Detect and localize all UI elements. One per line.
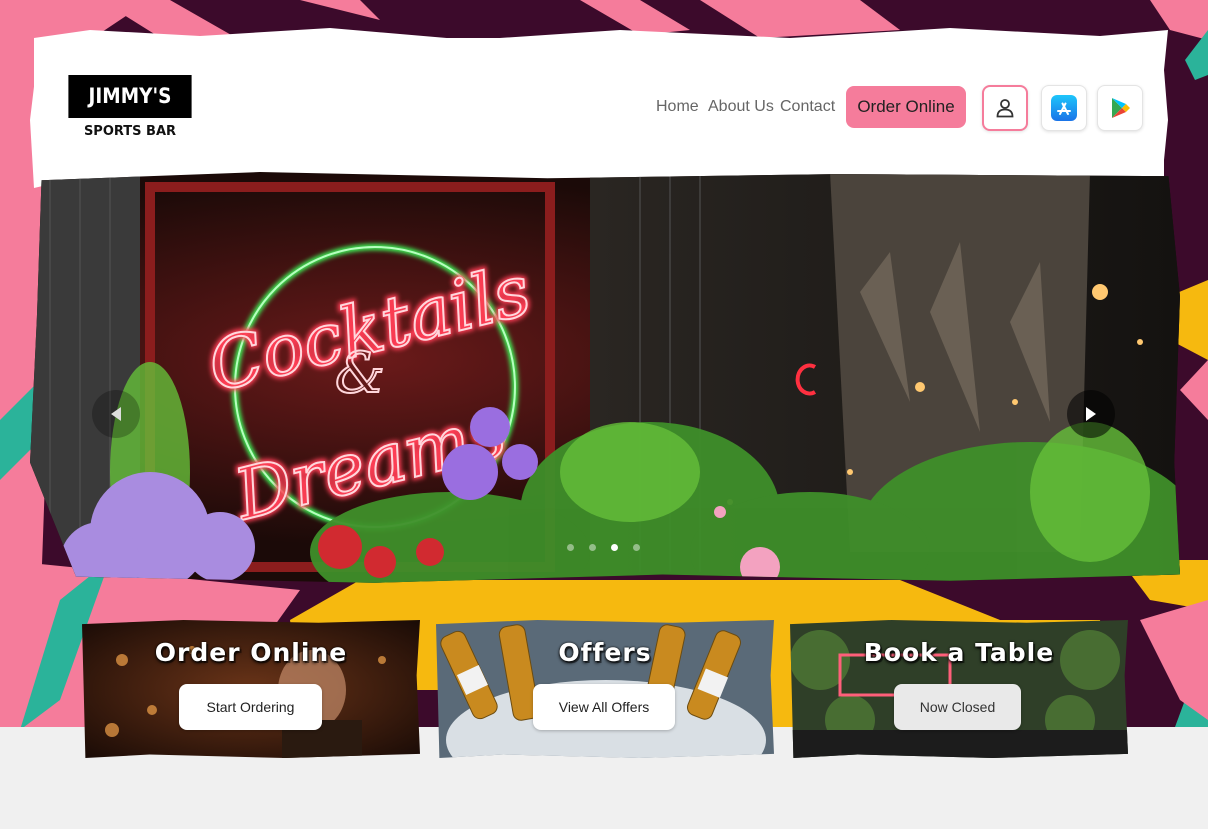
offers-card: Offers View All Offers [436, 620, 774, 758]
account-button[interactable] [982, 85, 1028, 131]
start-ordering-button[interactable]: Start Ordering [179, 684, 322, 730]
nav-about-us[interactable]: About Us [708, 94, 774, 120]
logo[interactable]: JIMMY'S SPORTS BAR [60, 75, 200, 145]
carousel-dot-1[interactable] [567, 544, 574, 551]
google-play-button[interactable] [1097, 85, 1143, 131]
logo-name: JIMMY'S [68, 75, 192, 118]
card-title-offers: Offers [558, 638, 652, 667]
app-store-button[interactable] [1041, 85, 1087, 131]
nav-contact[interactable]: Contact [780, 94, 835, 120]
hero-carousel: Cocktails Cocktails & Dreams Dreams [30, 172, 1180, 583]
card-title-book-a-table: Book a Table [863, 638, 1055, 667]
arrow-left-icon [111, 407, 121, 421]
user-icon [996, 99, 1014, 118]
carousel-dot-2[interactable] [589, 544, 596, 551]
arrow-right-icon [1086, 407, 1096, 421]
nav-home[interactable]: Home [656, 94, 699, 120]
neon-sign-line-2: & [335, 341, 385, 406]
card-title-order-online: Order Online [154, 638, 348, 667]
carousel-prev-button[interactable] [92, 390, 140, 438]
order-online-button[interactable]: Order Online [846, 86, 966, 128]
now-closed-button[interactable]: Now Closed [894, 684, 1021, 730]
order-online-card: Order Online Start Ordering [82, 620, 420, 758]
view-all-offers-button[interactable]: View All Offers [533, 684, 675, 730]
carousel-dot-3[interactable] [611, 544, 618, 551]
book-a-table-card: Book a Table Now Closed [790, 620, 1128, 758]
app-store-icon [1051, 95, 1077, 121]
google-play-icon [1112, 98, 1130, 118]
carousel-next-button[interactable] [1067, 390, 1115, 438]
logo-subtitle: SPORTS BAR [83, 124, 177, 139]
hero-slide-image: Cocktails Cocktails & Dreams Dreams [30, 172, 1180, 583]
carousel-dot-4[interactable] [633, 544, 640, 551]
